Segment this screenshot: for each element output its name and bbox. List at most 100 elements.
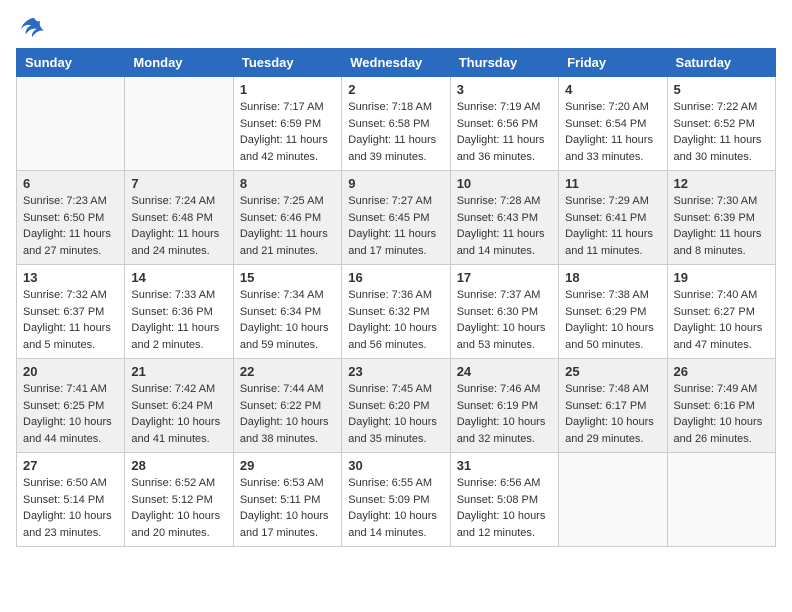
calendar-cell: 19 Sunrise: 7:40 AM Sunset: 6:27 PM Dayli… <box>667 265 775 359</box>
page-header <box>16 16 776 38</box>
day-number: 9 <box>348 176 443 191</box>
day-number: 1 <box>240 82 335 97</box>
day-info: Sunrise: 7:37 AM Sunset: 6:30 PM Dayligh… <box>457 287 552 353</box>
day-info: Sunrise: 7:40 AM Sunset: 6:27 PM Dayligh… <box>674 287 769 353</box>
day-info: Sunrise: 7:30 AM Sunset: 6:39 PM Dayligh… <box>674 193 769 259</box>
calendar-table: SundayMondayTuesdayWednesdayThursdayFrid… <box>16 48 776 547</box>
calendar-cell: 21 Sunrise: 7:42 AM Sunset: 6:24 PM Dayli… <box>125 359 233 453</box>
day-info: Sunrise: 6:55 AM Sunset: 5:09 PM Dayligh… <box>348 475 443 541</box>
calendar-cell: 2 Sunrise: 7:18 AM Sunset: 6:58 PM Daylig… <box>342 77 450 171</box>
calendar-cell: 4Sunrise: 7:20 AM Sunset: 6:54 PM Daylig… <box>559 77 667 171</box>
day-number: 7 <box>131 176 226 191</box>
calendar-cell: 9 Sunrise: 7:27 AM Sunset: 6:45 PM Daylig… <box>342 171 450 265</box>
calendar-week-row: 6 Sunrise: 7:23 AM Sunset: 6:50 PM Daylig… <box>17 171 776 265</box>
day-info: Sunrise: 7:27 AM Sunset: 6:45 PM Dayligh… <box>348 193 443 259</box>
day-info: Sunrise: 7:17 AM Sunset: 6:59 PM Dayligh… <box>240 99 335 165</box>
calendar-cell: 27 Sunrise: 6:50 AM Sunset: 5:14 PM Dayli… <box>17 453 125 547</box>
day-info: Sunrise: 7:36 AM Sunset: 6:32 PM Dayligh… <box>348 287 443 353</box>
day-info: Sunrise: 7:32 AM Sunset: 6:37 PM Dayligh… <box>23 287 118 353</box>
calendar-cell: 6 Sunrise: 7:23 AM Sunset: 6:50 PM Daylig… <box>17 171 125 265</box>
day-number: 26 <box>674 364 769 379</box>
day-number: 12 <box>674 176 769 191</box>
calendar-cell: 20 Sunrise: 7:41 AM Sunset: 6:25 PM Dayli… <box>17 359 125 453</box>
day-number: 2 <box>348 82 443 97</box>
calendar-day-header: Tuesday <box>233 49 341 77</box>
calendar-day-header: Wednesday <box>342 49 450 77</box>
calendar-cell: 28Sunrise: 6:52 AM Sunset: 5:12 PM Dayli… <box>125 453 233 547</box>
day-info: Sunrise: 7:23 AM Sunset: 6:50 PM Dayligh… <box>23 193 118 259</box>
calendar-cell <box>667 453 775 547</box>
logo-bird-icon <box>20 16 48 38</box>
calendar-cell: 29 Sunrise: 6:53 AM Sunset: 5:11 PM Dayli… <box>233 453 341 547</box>
day-number: 15 <box>240 270 335 285</box>
calendar-week-row: 20 Sunrise: 7:41 AM Sunset: 6:25 PM Dayli… <box>17 359 776 453</box>
calendar-cell: 3 Sunrise: 7:19 AM Sunset: 6:56 PM Daylig… <box>450 77 558 171</box>
calendar-header-row: SundayMondayTuesdayWednesdayThursdayFrid… <box>17 49 776 77</box>
day-info: Sunrise: 7:45 AM Sunset: 6:20 PM Dayligh… <box>348 381 443 447</box>
calendar-cell: 14 Sunrise: 7:33 AM Sunset: 6:36 PM Dayli… <box>125 265 233 359</box>
calendar-week-row: 13 Sunrise: 7:32 AM Sunset: 6:37 PM Dayli… <box>17 265 776 359</box>
day-number: 5 <box>674 82 769 97</box>
day-number: 23 <box>348 364 443 379</box>
day-number: 25 <box>565 364 660 379</box>
day-info: Sunrise: 7:29 AM Sunset: 6:41 PM Dayligh… <box>565 193 660 259</box>
calendar-cell: 1 Sunrise: 7:17 AM Sunset: 6:59 PM Daylig… <box>233 77 341 171</box>
day-number: 24 <box>457 364 552 379</box>
day-number: 10 <box>457 176 552 191</box>
calendar-cell <box>17 77 125 171</box>
calendar-week-row: 1 Sunrise: 7:17 AM Sunset: 6:59 PM Daylig… <box>17 77 776 171</box>
day-number: 19 <box>674 270 769 285</box>
calendar-day-header: Monday <box>125 49 233 77</box>
calendar-cell: 23 Sunrise: 7:45 AM Sunset: 6:20 PM Dayli… <box>342 359 450 453</box>
day-info: Sunrise: 7:33 AM Sunset: 6:36 PM Dayligh… <box>131 287 226 353</box>
day-number: 14 <box>131 270 226 285</box>
day-info: Sunrise: 7:41 AM Sunset: 6:25 PM Dayligh… <box>23 381 118 447</box>
day-number: 27 <box>23 458 118 473</box>
day-info: Sunrise: 7:18 AM Sunset: 6:58 PM Dayligh… <box>348 99 443 165</box>
calendar-cell: 13 Sunrise: 7:32 AM Sunset: 6:37 PM Dayli… <box>17 265 125 359</box>
day-number: 21 <box>131 364 226 379</box>
day-number: 8 <box>240 176 335 191</box>
day-info: Sunrise: 7:34 AM Sunset: 6:34 PM Dayligh… <box>240 287 335 353</box>
calendar-cell: 26Sunrise: 7:49 AM Sunset: 6:16 PM Dayli… <box>667 359 775 453</box>
day-info: Sunrise: 7:25 AM Sunset: 6:46 PM Dayligh… <box>240 193 335 259</box>
day-number: 6 <box>23 176 118 191</box>
day-info: Sunrise: 6:50 AM Sunset: 5:14 PM Dayligh… <box>23 475 118 541</box>
day-number: 3 <box>457 82 552 97</box>
day-number: 28 <box>131 458 226 473</box>
calendar-cell: 16 Sunrise: 7:36 AM Sunset: 6:32 PM Dayli… <box>342 265 450 359</box>
day-info: Sunrise: 6:53 AM Sunset: 5:11 PM Dayligh… <box>240 475 335 541</box>
calendar-cell: 24 Sunrise: 7:46 AM Sunset: 6:19 PM Dayli… <box>450 359 558 453</box>
calendar-cell: 31Sunrise: 6:56 AM Sunset: 5:08 PM Dayli… <box>450 453 558 547</box>
day-number: 31 <box>457 458 552 473</box>
calendar-cell: 7Sunrise: 7:24 AM Sunset: 6:48 PM Daylig… <box>125 171 233 265</box>
calendar-cell: 12 Sunrise: 7:30 AM Sunset: 6:39 PM Dayli… <box>667 171 775 265</box>
calendar-cell <box>559 453 667 547</box>
day-number: 29 <box>240 458 335 473</box>
day-info: Sunrise: 7:42 AM Sunset: 6:24 PM Dayligh… <box>131 381 226 447</box>
calendar-cell: 18 Sunrise: 7:38 AM Sunset: 6:29 PM Dayli… <box>559 265 667 359</box>
calendar-cell: 22Sunrise: 7:44 AM Sunset: 6:22 PM Dayli… <box>233 359 341 453</box>
calendar-cell: 25Sunrise: 7:48 AM Sunset: 6:17 PM Dayli… <box>559 359 667 453</box>
calendar-cell <box>125 77 233 171</box>
day-number: 13 <box>23 270 118 285</box>
day-info: Sunrise: 7:28 AM Sunset: 6:43 PM Dayligh… <box>457 193 552 259</box>
day-number: 22 <box>240 364 335 379</box>
calendar-cell: 8 Sunrise: 7:25 AM Sunset: 6:46 PM Daylig… <box>233 171 341 265</box>
day-number: 18 <box>565 270 660 285</box>
calendar-cell: 5 Sunrise: 7:22 AM Sunset: 6:52 PM Daylig… <box>667 77 775 171</box>
day-info: Sunrise: 7:19 AM Sunset: 6:56 PM Dayligh… <box>457 99 552 165</box>
calendar-cell: 17Sunrise: 7:37 AM Sunset: 6:30 PM Dayli… <box>450 265 558 359</box>
calendar-day-header: Friday <box>559 49 667 77</box>
day-info: Sunrise: 7:46 AM Sunset: 6:19 PM Dayligh… <box>457 381 552 447</box>
calendar-day-header: Sunday <box>17 49 125 77</box>
day-number: 20 <box>23 364 118 379</box>
day-number: 30 <box>348 458 443 473</box>
day-number: 16 <box>348 270 443 285</box>
calendar-cell: 15 Sunrise: 7:34 AM Sunset: 6:34 PM Dayli… <box>233 265 341 359</box>
calendar-day-header: Saturday <box>667 49 775 77</box>
day-number: 4 <box>565 82 660 97</box>
day-info: Sunrise: 7:38 AM Sunset: 6:29 PM Dayligh… <box>565 287 660 353</box>
day-info: Sunrise: 7:22 AM Sunset: 6:52 PM Dayligh… <box>674 99 769 165</box>
day-number: 11 <box>565 176 660 191</box>
